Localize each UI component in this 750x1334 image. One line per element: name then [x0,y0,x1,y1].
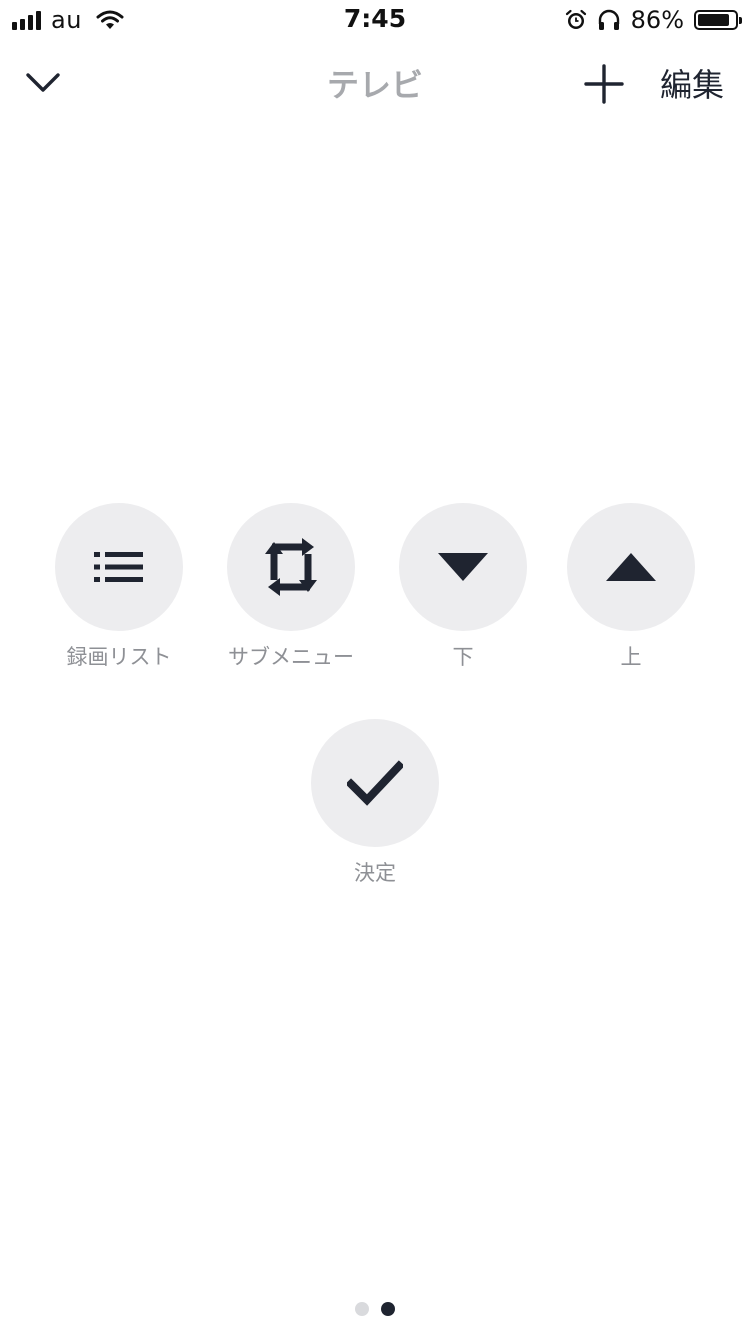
page-dot[interactable] [381,1302,395,1316]
record-list-label: 録画リスト [66,645,172,669]
nav-bar: テレビ 編集 [0,40,750,126]
down-label: 下 [452,645,474,669]
status-bar: au 7:45 86% [0,0,750,40]
record-list-circle[interactable] [55,503,183,631]
repeat-arrows-icon [258,534,324,600]
up-circle[interactable] [567,503,695,631]
status-right: 86% [565,5,742,35]
list-icon [94,550,144,584]
sub-menu-button[interactable]: サブメニュー [201,503,381,671]
plus-icon[interactable] [580,60,628,108]
battery-level [698,14,729,26]
triangle-up-icon [604,551,658,583]
confirm-label: 決定 [354,861,396,885]
confirm-circle[interactable] [311,719,439,847]
battery-icon [694,10,742,30]
up-label: 上 [620,645,642,669]
battery-percent: 86% [630,6,684,34]
confirm-button[interactable]: 決定 [285,719,465,887]
page-dot[interactable] [355,1302,369,1316]
record-list-button[interactable]: 録画リスト [29,503,209,671]
page-title: テレビ [326,66,423,104]
alarm-icon [565,9,587,31]
checkmark-icon [347,760,403,806]
down-circle[interactable] [399,503,527,631]
headphones-icon [597,9,621,31]
up-button[interactable]: 上 [541,503,721,671]
triangle-down-icon [436,551,490,583]
page-indicator[interactable] [0,1302,750,1316]
sub-menu-circle[interactable] [227,503,355,631]
down-button[interactable]: 下 [373,503,553,671]
edit-button[interactable]: 編集 [660,60,724,106]
sub-menu-label: サブメニュー [228,645,354,669]
